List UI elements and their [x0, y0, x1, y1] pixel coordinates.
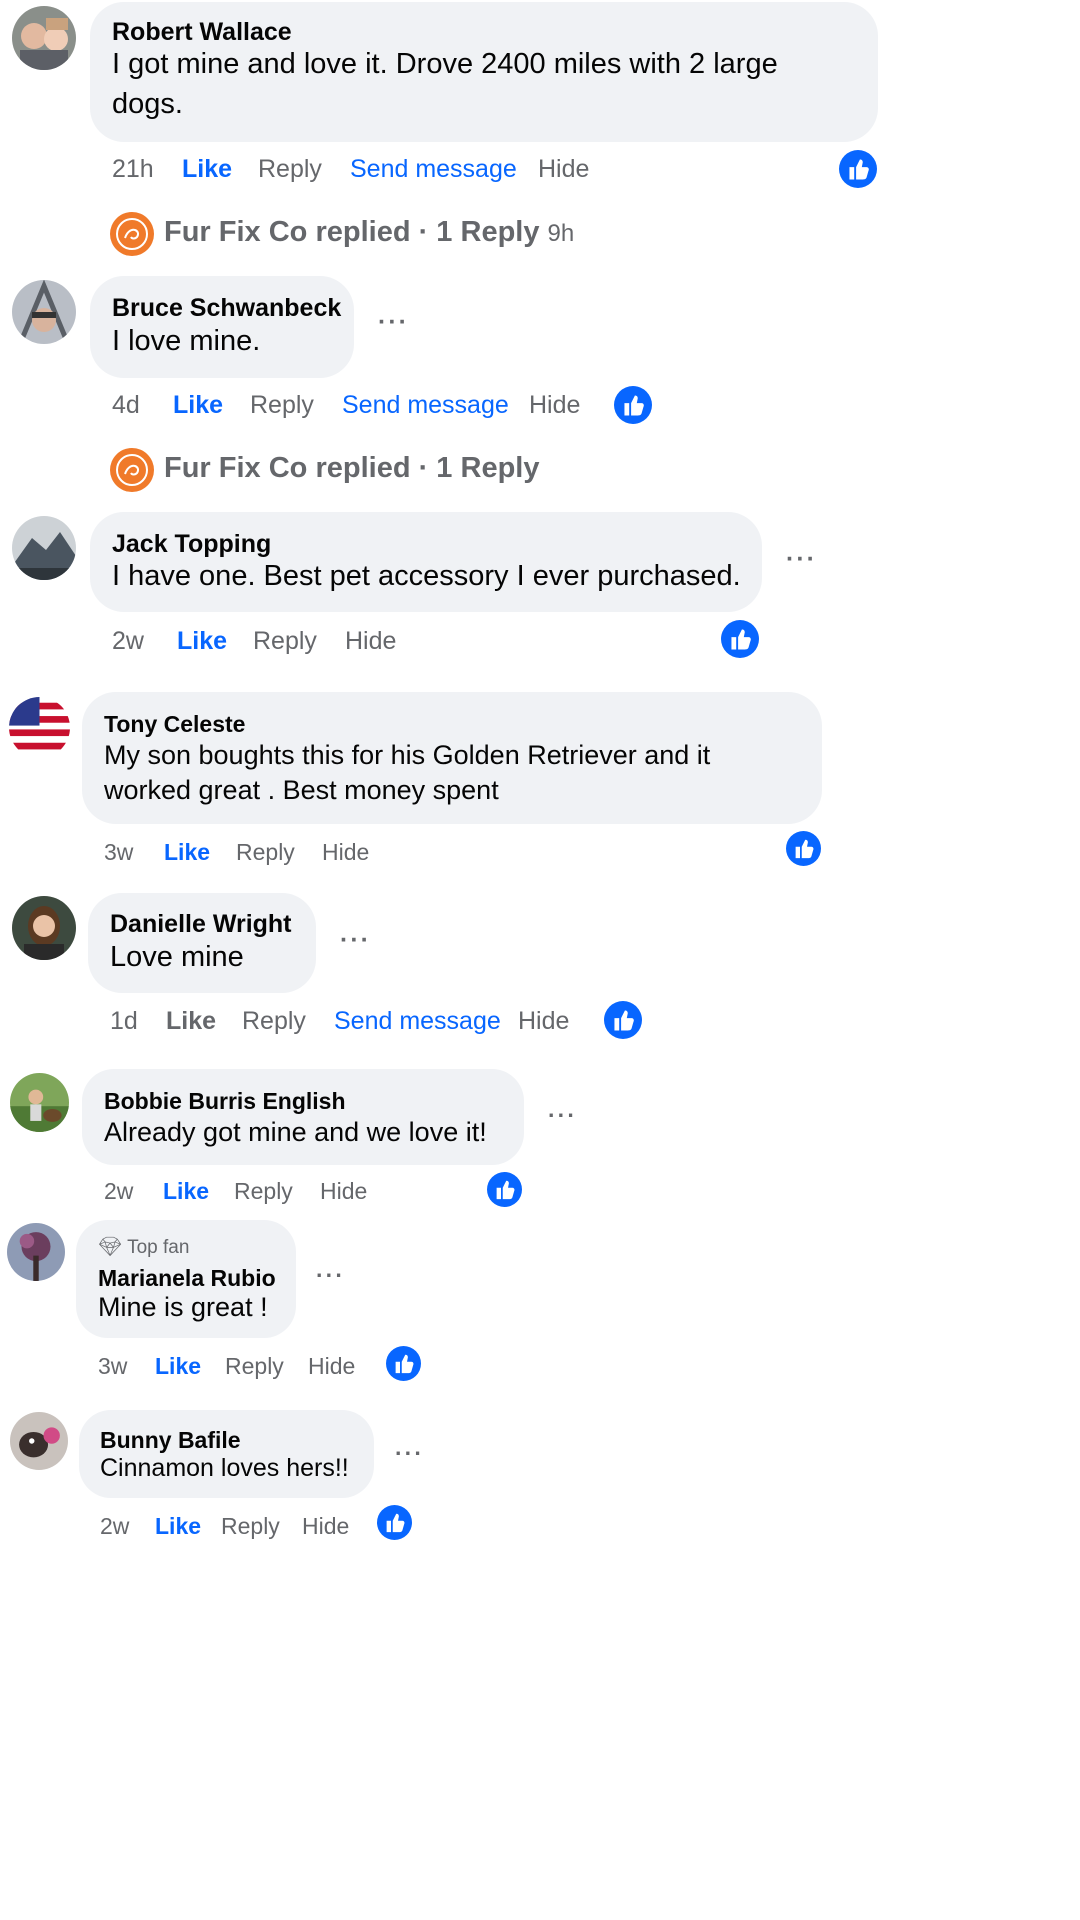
comment-author-name[interactable]: Robert Wallace — [112, 18, 292, 47]
comment-text: Mine is great ! — [98, 1292, 268, 1322]
hide-button[interactable]: Hide — [518, 1007, 569, 1036]
hide-button[interactable]: Hide — [322, 839, 369, 866]
reply-time: 9h — [547, 220, 575, 247]
reply-button[interactable]: Reply — [242, 1007, 306, 1036]
comment-author-name[interactable]: Danielle Wright — [110, 910, 292, 939]
reply-button[interactable]: Reply — [221, 1513, 280, 1540]
page-name: Fur Fix Co — [164, 216, 308, 248]
hide-button[interactable]: Hide — [538, 155, 589, 184]
more-options-icon[interactable]: ··· — [378, 308, 409, 337]
comment-text: dogs. — [112, 88, 183, 120]
fur-fix-co-avatar[interactable] — [110, 448, 154, 492]
comment-timestamp[interactable]: 1d — [110, 1007, 138, 1036]
send-message-button[interactable]: Send message — [350, 155, 517, 184]
send-message-button[interactable]: Send message — [334, 1007, 501, 1036]
comment-timestamp[interactable]: 2w — [104, 1178, 133, 1205]
replied-count: replied · 1 Reply — [315, 452, 540, 484]
hide-button[interactable]: Hide — [320, 1178, 367, 1205]
more-options-icon[interactable]: ··· — [395, 1440, 424, 1467]
like-button[interactable]: Like — [182, 155, 232, 184]
replies-link[interactable]: Fur Fix Co replied · 1 Reply 9h — [164, 216, 574, 249]
comment-text: I have one. Best pet accessory I ever pu… — [112, 560, 741, 592]
like-button[interactable]: Like — [155, 1513, 201, 1540]
comment-text: I got mine and love it. Drove 2400 miles… — [112, 48, 778, 80]
like-button[interactable]: Like — [166, 1007, 216, 1036]
comment-timestamp[interactable]: 21h — [112, 155, 154, 184]
avatar[interactable] — [9, 697, 70, 758]
like-button[interactable]: Like — [177, 627, 227, 656]
hide-button[interactable]: Hide — [345, 627, 396, 656]
comment-text: Cinnamon loves hers!! — [100, 1454, 349, 1482]
avatar[interactable] — [12, 280, 76, 344]
comment-author-name[interactable]: Jack Topping — [112, 530, 271, 559]
like-button[interactable]: Like — [155, 1353, 201, 1380]
top-fan-badge[interactable]: 💎︎ Top fan — [98, 1235, 189, 1259]
reply-button[interactable]: Reply — [234, 1178, 293, 1205]
avatar[interactable] — [10, 1412, 68, 1470]
reply-button[interactable]: Reply — [225, 1353, 284, 1380]
diamond-icon: 💎︎ — [98, 1237, 123, 1258]
reply-button[interactable]: Reply — [250, 391, 314, 420]
like-button[interactable]: Like — [164, 839, 210, 866]
more-options-icon[interactable]: ··· — [340, 926, 371, 955]
comment-author-name[interactable]: Marianela Rubio — [98, 1265, 276, 1292]
reply-button[interactable]: Reply — [253, 627, 317, 656]
like-thumbs-up-icon[interactable] — [786, 831, 821, 866]
comment-timestamp[interactable]: 3w — [104, 839, 133, 866]
comment-timestamp[interactable]: 4d — [112, 391, 140, 420]
comment-timestamp[interactable]: 3w — [98, 1353, 127, 1380]
avatar[interactable] — [12, 516, 76, 580]
avatar[interactable] — [7, 1223, 65, 1281]
comment-author-name[interactable]: Bobbie Burris English — [104, 1088, 346, 1115]
fur-fix-co-avatar[interactable] — [110, 212, 154, 256]
like-thumbs-up-icon[interactable] — [839, 150, 877, 188]
like-thumbs-up-icon[interactable] — [604, 1001, 642, 1039]
comment-author-name[interactable]: Bruce Schwanbeck — [112, 294, 341, 323]
comment-timestamp[interactable]: 2w — [112, 627, 144, 656]
comment-author-name[interactable]: Tony Celeste — [104, 711, 245, 738]
reply-button[interactable]: Reply — [258, 155, 322, 184]
replied-count: replied · 1 Reply — [315, 216, 540, 248]
hide-button[interactable]: Hide — [529, 391, 580, 420]
comment-author-name[interactable]: Bunny Bafile — [100, 1427, 241, 1454]
like-thumbs-up-icon[interactable] — [721, 620, 759, 658]
more-options-icon[interactable]: ··· — [548, 1102, 577, 1129]
top-fan-label: Top fan — [127, 1237, 190, 1258]
comment-timestamp[interactable]: 2w — [100, 1513, 129, 1540]
avatar[interactable] — [12, 896, 76, 960]
more-options-icon[interactable]: ··· — [316, 1262, 345, 1289]
avatar[interactable] — [12, 6, 76, 70]
page-name: Fur Fix Co — [164, 452, 308, 484]
comment-text: I love mine. — [112, 325, 261, 357]
comment-text: My son boughts this for his Golden Retri… — [104, 740, 711, 770]
reply-button[interactable]: Reply — [236, 839, 295, 866]
like-button[interactable]: Like — [163, 1178, 209, 1205]
replies-link[interactable]: Fur Fix Co replied · 1 Reply — [164, 452, 539, 485]
hide-button[interactable]: Hide — [308, 1353, 355, 1380]
comment-text: Love mine — [110, 941, 244, 973]
like-button[interactable]: Like — [173, 391, 223, 420]
like-thumbs-up-icon[interactable] — [614, 386, 652, 424]
like-thumbs-up-icon[interactable] — [377, 1505, 412, 1540]
comment-text: Already got mine and we love it! — [104, 1117, 487, 1147]
like-thumbs-up-icon[interactable] — [487, 1172, 522, 1207]
more-options-icon[interactable]: ··· — [786, 545, 817, 574]
like-thumbs-up-icon[interactable] — [386, 1346, 421, 1381]
hide-button[interactable]: Hide — [302, 1513, 349, 1540]
comment-text: worked great . Best money spent — [104, 775, 499, 805]
send-message-button[interactable]: Send message — [342, 391, 509, 420]
avatar[interactable] — [10, 1073, 69, 1132]
